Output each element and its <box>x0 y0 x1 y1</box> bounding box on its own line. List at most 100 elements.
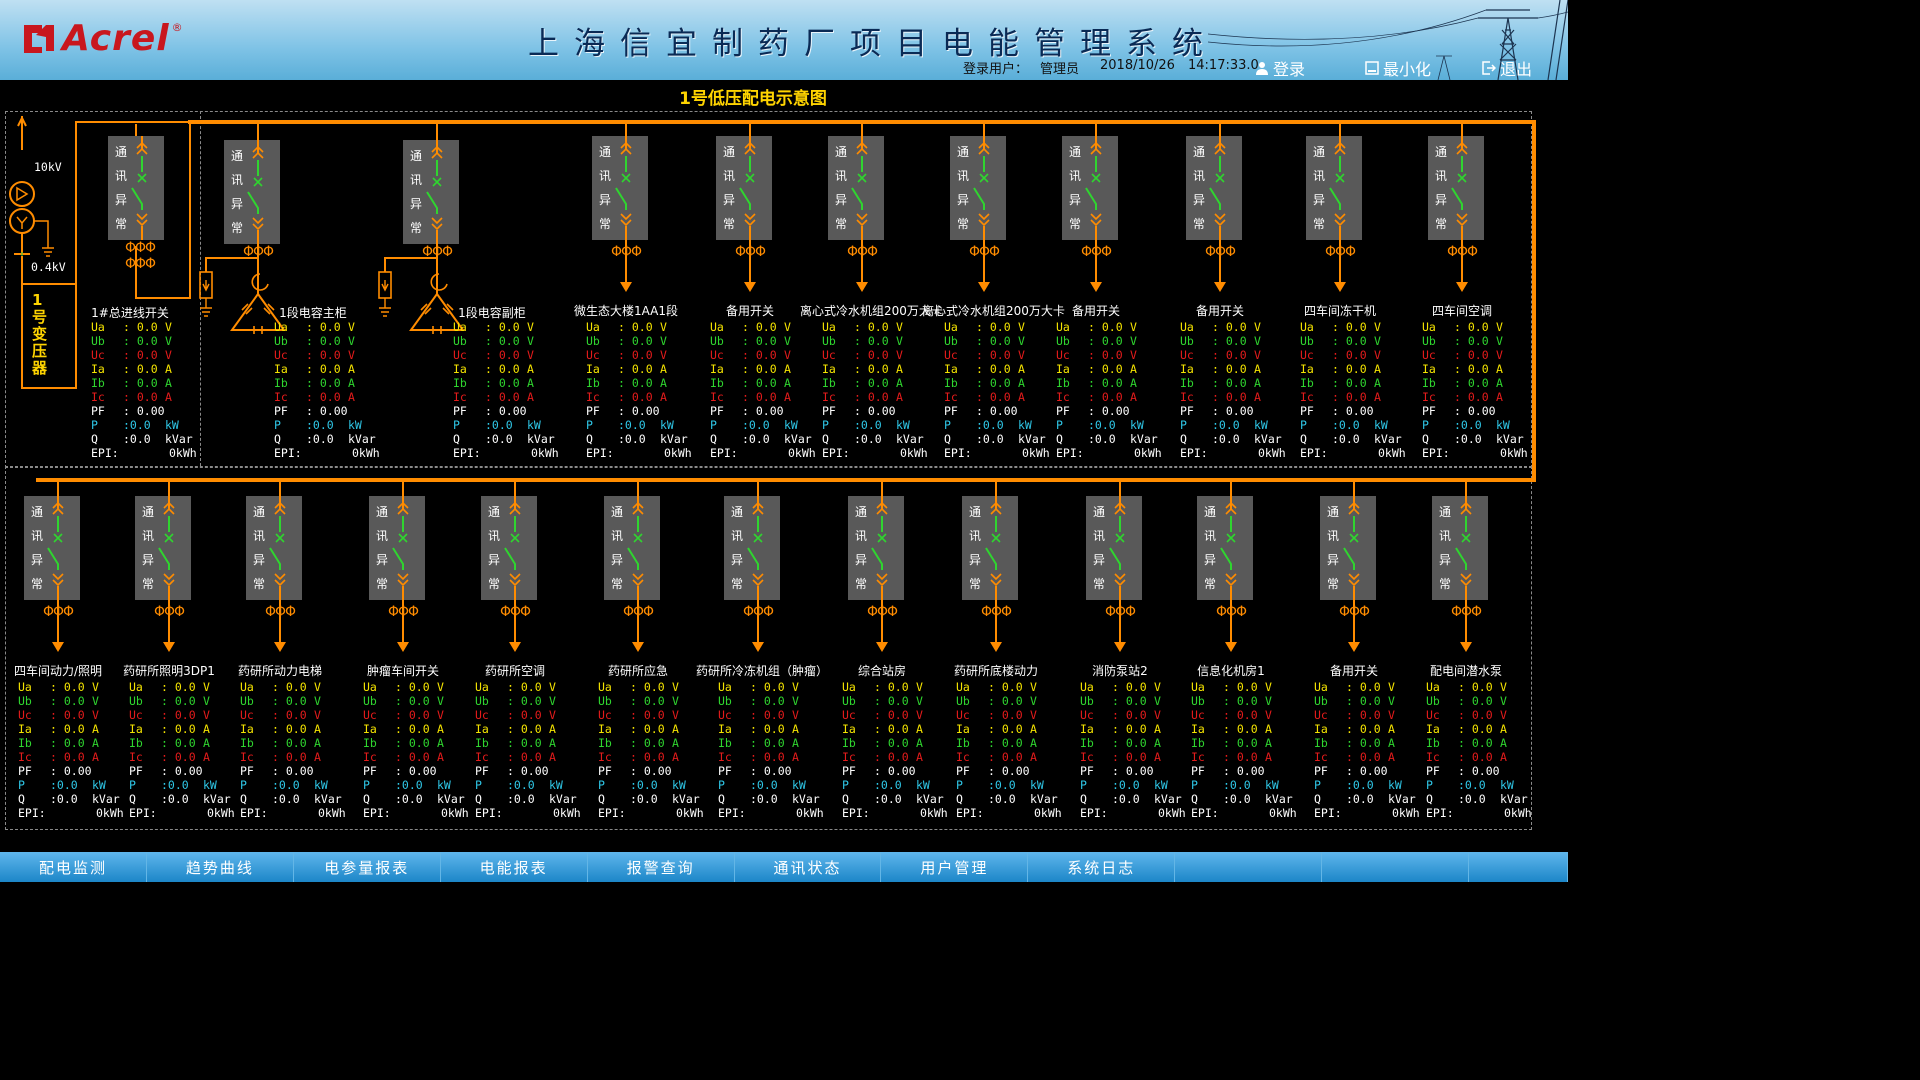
feeder-title[interactable]: 药研所动力电梯 <box>218 662 342 679</box>
feeder-title[interactable]: 1段电容主柜 <box>268 304 358 321</box>
nav-tab[interactable]: 趋势曲线 <box>146 852 294 882</box>
feeder-title[interactable]: 药研所应急 <box>576 662 700 679</box>
breaker-status-box[interactable]: 通讯异常 <box>828 136 884 240</box>
measurement-key: Ia <box>91 362 105 376</box>
measurement-value: : 0.0 <box>976 390 1011 404</box>
measurement-unit: A <box>527 376 534 390</box>
nav-tab[interactable]: 电参量报表 <box>293 852 441 882</box>
feeder-title[interactable]: 消防泵站2 <box>1058 662 1182 679</box>
breaker-status-box[interactable]: 通讯异常 <box>592 136 648 240</box>
breaker-status-box[interactable]: 通讯异常 <box>950 136 1006 240</box>
feeder-title[interactable]: 药研所冷冻机组（肿瘤） <box>696 662 828 679</box>
nav-tab[interactable]: 配电监测 <box>0 852 147 882</box>
measurement-key: Ua <box>240 680 254 694</box>
breaker-status-box[interactable]: 通讯异常 <box>1062 136 1118 240</box>
measurement-key: Ia <box>18 722 32 736</box>
measurement-key: Uc <box>598 708 612 722</box>
nav-tab[interactable]: 电能报表 <box>440 852 588 882</box>
nav-tab[interactable]: 用户管理 <box>881 852 1029 882</box>
measurement-row: PF: 0.00 <box>718 764 830 778</box>
measurement-value: : 0.0 <box>395 708 430 722</box>
feeder-title[interactable]: 配电间潜水泵 <box>1404 662 1528 679</box>
arrow-down-icon <box>52 642 64 652</box>
feeder-title[interactable]: 四车间冻干机 <box>1278 302 1402 319</box>
measurement-panel: Ua: 0.0 V Ub: 0.0 V Uc: 0.0 V Ia: 0.0 A Ib: 0.0 A… <box>1314 680 1426 820</box>
measurement-value: : 0.0 <box>507 722 542 736</box>
feeder-title[interactable]: 离心式冷水机组200万大卡 <box>922 302 1065 319</box>
feeder-title[interactable]: 备用开关 <box>1292 662 1416 679</box>
feeder-title[interactable]: 离心式冷水机组200万大卡 <box>800 302 943 319</box>
measurement-key: PF <box>91 404 105 418</box>
breaker-status-box[interactable]: 通讯异常 <box>1197 496 1253 600</box>
measurement-value: : 0.0 <box>272 694 307 708</box>
nav-tab[interactable]: 报警查询 <box>587 852 735 882</box>
measurement-row: Ua: 0.0 V <box>1191 680 1303 694</box>
measurement-value: : 0.0 <box>123 320 158 334</box>
measurement-unit: V <box>660 320 667 334</box>
feeder-title[interactable]: 药研所照明3DP1 <box>107 662 231 679</box>
feeder-title[interactable]: 药研所底楼动力 <box>934 662 1058 679</box>
measurement-row: Uc: 0.0 V <box>586 348 698 362</box>
measurement-row: EPI: 0kWh <box>475 806 587 820</box>
feeder-title[interactable]: 备用开关 <box>688 302 812 319</box>
nav-tab[interactable]: 系统日志 <box>1028 852 1176 882</box>
measurement-row: P:0.0 kW <box>1422 418 1534 432</box>
measurement-key: Ub <box>274 334 288 348</box>
measurement-row: P:0.0 kW <box>1191 778 1303 792</box>
measurement-row: Ib: 0.0 A <box>1056 376 1168 390</box>
breaker-status-box[interactable]: 通讯异常 <box>1186 136 1242 240</box>
breaker-status-box[interactable]: 通讯异常 <box>724 496 780 600</box>
breaker-status-box[interactable]: 通讯异常 <box>716 136 772 240</box>
measurement-value: : 0.00 <box>485 404 527 418</box>
breaker-status-box[interactable]: 通讯异常 <box>1320 496 1376 600</box>
measurement-row: Ic: 0.0 A <box>842 750 954 764</box>
breaker-status-box[interactable]: 通讯异常 <box>962 496 1018 600</box>
measurement-value: :0.0 <box>1088 432 1116 446</box>
nav-tab-empty <box>1469 852 1568 882</box>
breaker-status-box[interactable]: 通讯异常 <box>24 496 80 600</box>
measurement-row: PF: 0.00 <box>956 764 1068 778</box>
hv-voltage-label: 10kV <box>34 160 62 174</box>
feeder-title[interactable]: 四车间动力/照明 <box>0 662 120 679</box>
measurement-value: :0.0 <box>485 418 513 432</box>
measurement-key: EPI: <box>129 806 157 820</box>
measurement-unit: A <box>92 736 99 750</box>
measurement-unit: A <box>916 722 923 736</box>
breaker-status-box[interactable]: 通讯异常 <box>1432 496 1488 600</box>
login-button[interactable]: 登录 <box>1255 56 1305 80</box>
nav-tab[interactable]: 通讯状态 <box>734 852 882 882</box>
measurement-unit: V <box>437 680 444 694</box>
breaker-status-box[interactable]: 通讯异常 <box>246 496 302 600</box>
measurement-unit: A <box>1374 362 1381 376</box>
feeder-title[interactable]: 1#总进线开关 <box>68 304 192 321</box>
breaker-status-box[interactable]: 通讯异常 <box>108 136 164 240</box>
feeder-title[interactable]: 备用开关 <box>1034 302 1158 319</box>
feeder-title[interactable]: 备用开关 <box>1158 302 1282 319</box>
feeder-title[interactable]: 综合站房 <box>820 662 944 679</box>
feeder-title[interactable]: 1段电容副柜 <box>447 304 537 321</box>
breaker-status-box[interactable]: 通讯异常 <box>481 496 537 600</box>
breaker-status-box[interactable]: 通讯异常 <box>1086 496 1142 600</box>
measurement-value: : 0.0 <box>123 334 158 348</box>
breaker-status-box[interactable]: 通讯异常 <box>369 496 425 600</box>
feeder-title[interactable]: 信息化机房1 <box>1169 662 1293 679</box>
breaker-status-box[interactable]: 通讯异常 <box>848 496 904 600</box>
measurement-unit: 0kWh <box>664 446 692 460</box>
exit-button[interactable]: 退出 <box>1482 56 1532 80</box>
feeder-title[interactable]: 微生态大楼1AA1段 <box>564 302 688 319</box>
current-user: 管理员 <box>1040 62 1080 77</box>
feeder-title[interactable]: 四车间空调 <box>1400 302 1524 319</box>
measurement-value: : 0.0 <box>485 334 520 348</box>
measurement-key: Ua <box>710 320 724 334</box>
feeder-title[interactable]: 肿瘤车间开关 <box>341 662 465 679</box>
minimize-button[interactable]: 最小化 <box>1365 56 1431 80</box>
measurement-value: :0.0 <box>976 418 1004 432</box>
breaker-status-box[interactable]: 通讯异常 <box>135 496 191 600</box>
measurement-value: : 0.0 <box>874 694 909 708</box>
feeder-title[interactable]: 药研所空调 <box>453 662 577 679</box>
measurement-row: P:0.0 kW <box>240 778 352 792</box>
measurement-row: EPI: 0kWh <box>586 446 698 460</box>
breaker-status-box[interactable]: 通讯异常 <box>604 496 660 600</box>
breaker-status-box[interactable]: 通讯异常 <box>1306 136 1362 240</box>
breaker-status-box[interactable]: 通讯异常 <box>1428 136 1484 240</box>
